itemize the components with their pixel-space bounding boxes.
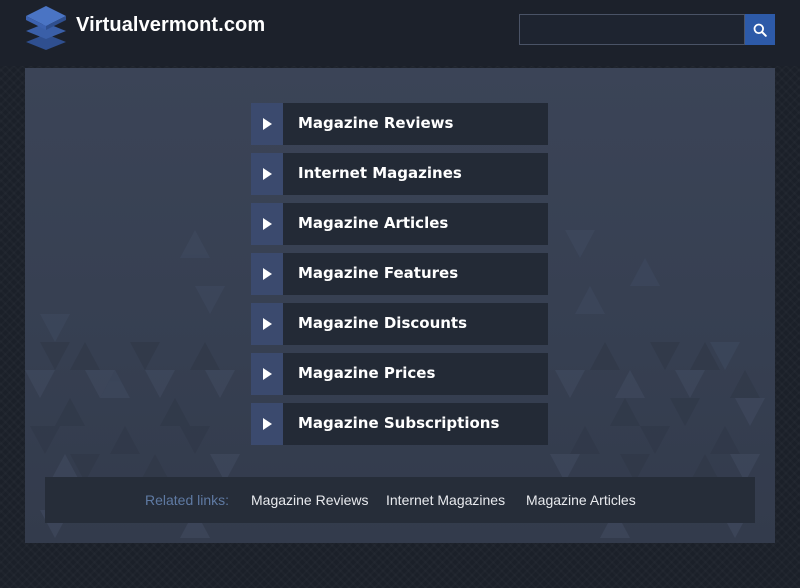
menu-item-magazine-prices[interactable]: Magazine Prices xyxy=(251,353,548,395)
menu-arrow-box xyxy=(251,253,283,295)
play-arrow-icon xyxy=(262,268,272,280)
related-links-bar: Related links: Magazine Reviews Internet… xyxy=(45,477,755,523)
menu-arrow-box xyxy=(251,403,283,445)
menu-arrow-box xyxy=(251,153,283,195)
play-arrow-icon xyxy=(262,118,272,130)
play-arrow-icon xyxy=(262,168,272,180)
menu-arrow-box xyxy=(251,103,283,145)
menu-item-label: Internet Magazines xyxy=(298,164,462,182)
main-menu: Magazine Reviews Internet Magazines Maga… xyxy=(251,103,548,453)
play-arrow-icon xyxy=(262,318,272,330)
main-panel: Magazine Reviews Internet Magazines Maga… xyxy=(25,68,775,543)
menu-item-label: Magazine Reviews xyxy=(298,114,454,132)
menu-item-label: Magazine Prices xyxy=(298,364,436,382)
related-link-internet-magazines[interactable]: Internet Magazines xyxy=(386,477,505,523)
menu-arrow-box xyxy=(251,203,283,245)
menu-item-label: Magazine Discounts xyxy=(298,314,468,332)
menu-arrow-box xyxy=(251,303,283,345)
play-arrow-icon xyxy=(262,368,272,380)
search-button[interactable] xyxy=(745,14,775,45)
menu-item-label: Magazine Articles xyxy=(298,214,449,232)
menu-item-label: Magazine Features xyxy=(298,264,459,282)
menu-item-magazine-subscriptions[interactable]: Magazine Subscriptions xyxy=(251,403,548,445)
related-link-magazine-articles[interactable]: Magazine Articles xyxy=(526,477,636,523)
menu-item-label: Magazine Subscriptions xyxy=(298,414,500,432)
related-link-magazine-reviews[interactable]: Magazine Reviews xyxy=(251,477,369,523)
menu-arrow-box xyxy=(251,353,283,395)
search-icon xyxy=(753,23,767,37)
play-arrow-icon xyxy=(262,218,272,230)
site-title[interactable]: Virtualvermont.com xyxy=(76,14,265,37)
play-arrow-icon xyxy=(262,418,272,430)
site-header: Virtualvermont.com xyxy=(0,0,800,66)
search-input[interactable] xyxy=(519,14,745,45)
menu-item-internet-magazines[interactable]: Internet Magazines xyxy=(251,153,548,195)
menu-item-magazine-articles[interactable]: Magazine Articles xyxy=(251,203,548,245)
related-links-title: Related links: xyxy=(145,492,230,508)
stacked-layers-icon[interactable] xyxy=(24,4,68,52)
menu-item-magazine-features[interactable]: Magazine Features xyxy=(251,253,548,295)
menu-item-magazine-discounts[interactable]: Magazine Discounts xyxy=(251,303,548,345)
menu-item-magazine-reviews[interactable]: Magazine Reviews xyxy=(251,103,548,145)
